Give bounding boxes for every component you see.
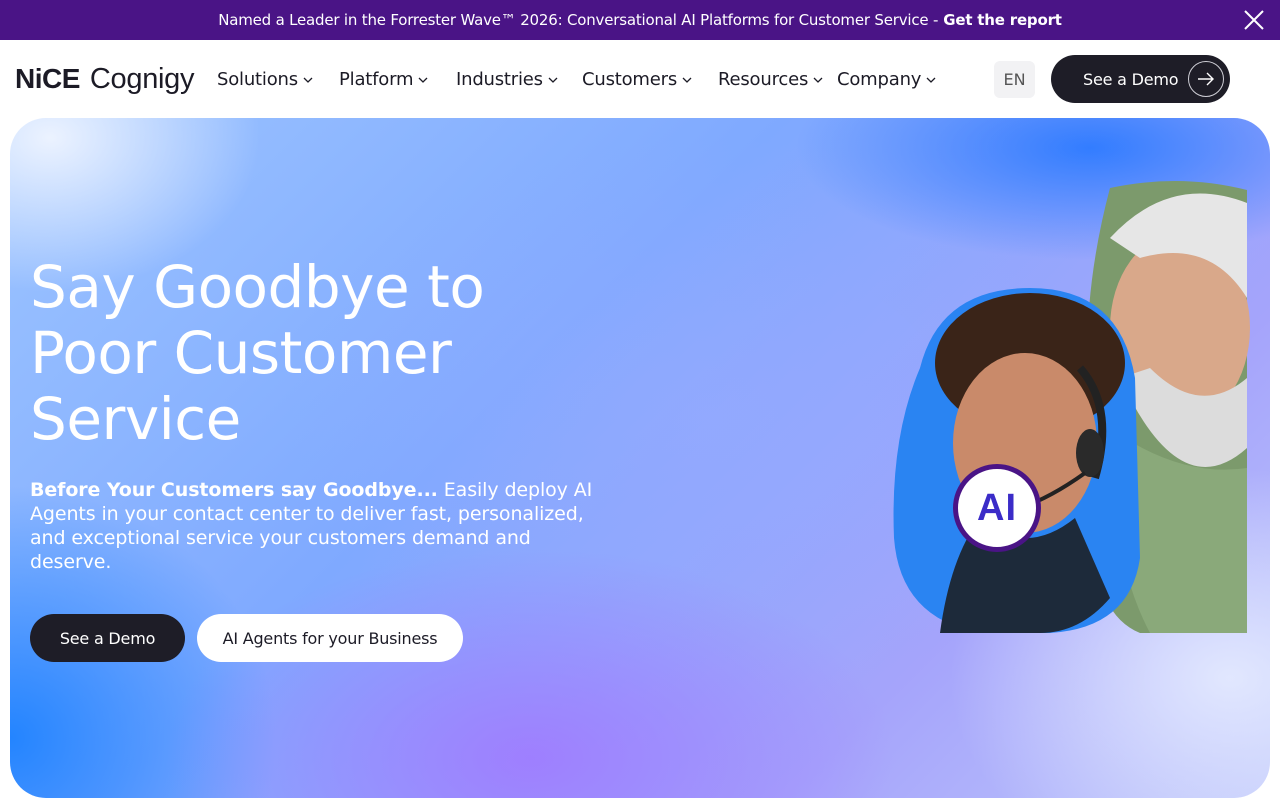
- nav-label: Resources: [718, 68, 809, 90]
- close-icon[interactable]: [1242, 8, 1266, 32]
- ai-agents-button[interactable]: AI Agents for your Business: [197, 614, 463, 662]
- nav-solutions[interactable]: Solutions: [217, 66, 339, 92]
- chevron-down-icon: [813, 77, 823, 83]
- see-demo-header-button[interactable]: See a Demo: [1051, 55, 1230, 103]
- nav-label: Solutions: [217, 68, 298, 90]
- ai-badge: AI: [953, 464, 1041, 552]
- arrow-right-icon: [1188, 61, 1224, 97]
- nav-platform[interactable]: Platform: [339, 66, 456, 92]
- main-nav: Solutions Platform Industries Customers …: [217, 66, 947, 92]
- logo-cognigy: Cognigy: [89, 62, 195, 95]
- get-report-link[interactable]: Get the report: [943, 11, 1062, 29]
- site-header: NiCE Cognigy Solutions Platform Industri…: [0, 40, 1280, 118]
- see-demo-button[interactable]: See a Demo: [30, 614, 185, 662]
- hero-title: Say Goodbye to Poor Customer Service: [30, 253, 485, 453]
- logo-nice: NiCE: [15, 63, 80, 94]
- nice-cognigy-logo[interactable]: NiCE Cognigy: [15, 61, 195, 97]
- announcement-bar: Named a Leader in the Forrester Wave™ 20…: [0, 0, 1280, 40]
- hero-section: Say Goodbye to Poor Customer Service Bef…: [10, 118, 1270, 798]
- language-selector[interactable]: EN: [994, 61, 1035, 98]
- chevron-down-icon: [303, 77, 313, 83]
- nav-resources[interactable]: Resources: [718, 66, 837, 92]
- hero-people-image: [893, 180, 1250, 633]
- nav-label: Industries: [456, 68, 543, 90]
- chevron-down-icon: [418, 77, 428, 83]
- hero-subtitle-bold: Before Your Customers say Goodbye...: [30, 479, 438, 501]
- hero-subtitle: Before Your Customers say Goodbye... Eas…: [30, 478, 600, 574]
- nav-label: Customers: [582, 68, 678, 90]
- nav-label: Company: [837, 68, 922, 90]
- chevron-down-icon: [682, 77, 692, 83]
- nav-company[interactable]: Company: [837, 66, 947, 92]
- chevron-down-icon: [548, 77, 558, 83]
- see-demo-label: See a Demo: [1083, 69, 1179, 89]
- chevron-down-icon: [926, 77, 936, 83]
- announcement-text: Named a Leader in the Forrester Wave™ 20…: [218, 11, 939, 29]
- nav-customers[interactable]: Customers: [582, 66, 718, 92]
- nav-industries[interactable]: Industries: [456, 66, 582, 92]
- nav-label: Platform: [339, 68, 414, 90]
